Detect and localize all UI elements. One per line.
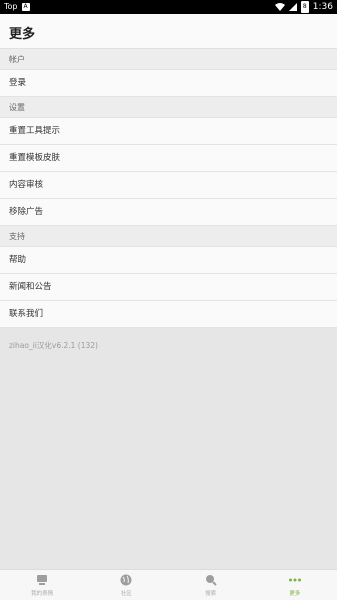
tab-community[interactable]: 社区 — [84, 570, 168, 600]
signal-icon — [288, 3, 297, 11]
section-header-account: 帐户 — [0, 49, 337, 70]
more-icon — [288, 578, 301, 582]
status-time: 1:36 — [312, 2, 333, 12]
meme-icon — [37, 575, 48, 585]
list-item-contact[interactable]: 联系我们 — [0, 301, 337, 328]
globe-icon — [120, 574, 132, 586]
tab-label: 社区 — [120, 591, 132, 597]
wifi-icon — [274, 3, 285, 11]
status-bar: Top A 8 1:36 — [0, 0, 337, 14]
battery-icon: 8 — [300, 1, 309, 13]
tab-label: 搜索 — [205, 591, 217, 597]
bottom-nav: 我的表情 社区 搜索 更多 — [0, 569, 337, 600]
list-item-login[interactable]: 登录 — [0, 70, 337, 97]
status-left: Top A — [4, 2, 30, 11]
status-right: 8 1:36 — [274, 1, 333, 13]
section-header-settings: 设置 — [0, 97, 337, 118]
app-bar: 更多 — [0, 14, 337, 49]
search-icon — [205, 575, 217, 586]
page-title: 更多 — [9, 27, 36, 42]
list-item-reset-template-skin[interactable]: 重置模板皮肤 — [0, 145, 337, 172]
tab-search[interactable]: 搜索 — [169, 570, 253, 600]
list-item-remove-ads[interactable]: 移除广告 — [0, 199, 337, 226]
list-item-reset-tooltips[interactable]: 重置工具提示 — [0, 118, 337, 145]
tab-label: 更多 — [289, 591, 301, 597]
settings-list: 帐户 登录 设置 重置工具提示 重置模板皮肤 内容审核 移除广告 支持 帮助 新… — [0, 49, 337, 328]
tab-my-memes[interactable]: 我的表情 — [0, 570, 84, 600]
tab-label: 我的表情 — [31, 591, 54, 597]
notification-icon: A — [21, 2, 30, 11]
version-text: zihao_ii汉化v6.2.1 (132) — [9, 341, 98, 350]
status-app-label: Top — [4, 2, 18, 11]
tab-more[interactable]: 更多 — [253, 570, 337, 600]
list-item-news[interactable]: 新闻和公告 — [0, 274, 337, 301]
list-item-help[interactable]: 帮助 — [0, 247, 337, 274]
section-header-support: 支持 — [0, 226, 337, 247]
list-item-content-moderation[interactable]: 内容审核 — [0, 172, 337, 199]
